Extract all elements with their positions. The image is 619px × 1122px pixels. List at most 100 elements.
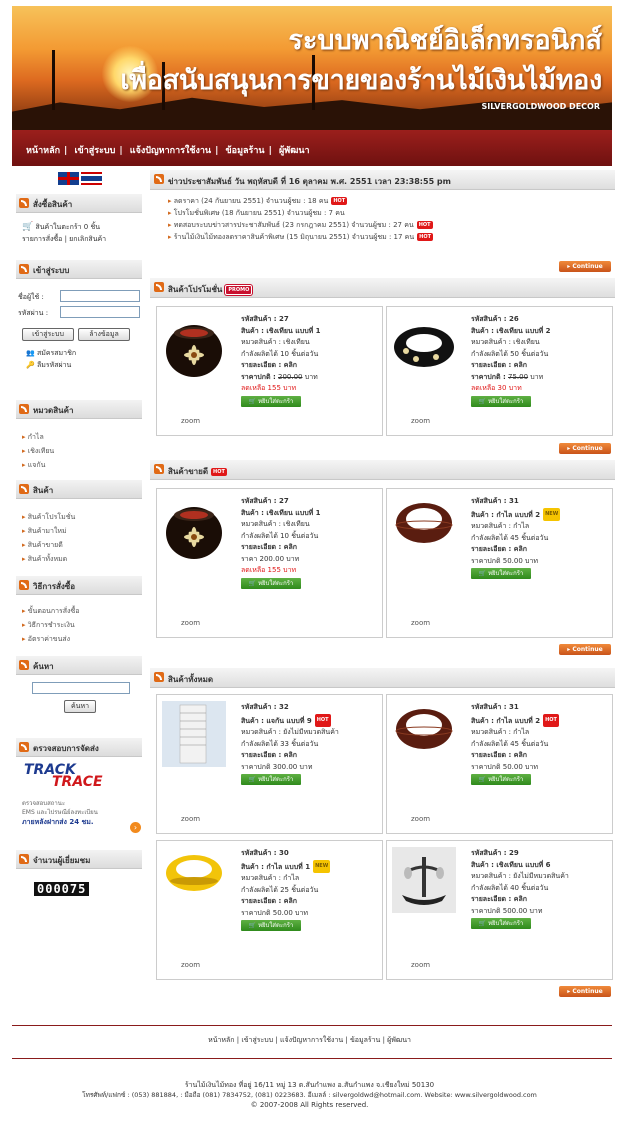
product-card[interactable]: zoom รหัสสินค้า : 27 สินค้า : เชิงเทียน แบ…: [156, 488, 383, 638]
zoom-link[interactable]: zoom: [181, 417, 200, 425]
add-to-cart-button[interactable]: 🛒 หยิบใส่ตะกร้า: [471, 568, 531, 579]
forgot-password-link[interactable]: 🔑 ลืมรหัสผ่าน: [26, 360, 71, 371]
search-input[interactable]: [32, 682, 130, 694]
news-item[interactable]: ร้านไม้เงินไม้ทองลดราคาสินค้าพิเศษ (15 ม…: [168, 232, 434, 243]
clear-button[interactable]: ล้างข้อมูล: [78, 328, 130, 341]
add-to-cart-button[interactable]: 🛒 หยิบใส่ตะกร้า: [471, 774, 531, 785]
zoom-link[interactable]: zoom: [411, 961, 430, 969]
rss-icon: [19, 404, 29, 414]
product-card[interactable]: zoom รหัสสินค้า : 30 สินค้า : กำไล แบบที่ …: [156, 840, 383, 980]
nav-shop-info[interactable]: ข้อมูลร้าน: [226, 146, 265, 156]
link-promo-products[interactable]: สินค้าโปรโมชั่น: [22, 512, 76, 523]
nav-report-problem[interactable]: แจ้งปัญหาการใช้งาน: [130, 146, 211, 156]
search-box-header: ค้นหา: [16, 656, 142, 675]
hot-badge: HOT: [331, 197, 348, 205]
product-card[interactable]: zoom รหัสสินค้า : 31 สินค้า : กำไล แบบที่ …: [386, 694, 613, 834]
product-capacity: กำลังผลิตได้ 10 ชิ้นต่อวัน: [241, 349, 319, 358]
add-to-cart-button[interactable]: 🛒 หยิบใส่ตะกร้า: [241, 774, 301, 785]
product-detail-link[interactable]: รายละเอียด : คลิก: [241, 542, 381, 554]
old-price: 75.00: [508, 372, 529, 381]
continue-button[interactable]: ▸ Continue: [559, 644, 611, 655]
hot-badge: HOT: [314, 713, 331, 727]
continue-button[interactable]: ▸ Continue: [559, 443, 611, 454]
add-to-cart-label: หยิบใส่ตะกร้า: [488, 397, 524, 405]
continue-button[interactable]: ▸ Continue: [559, 261, 611, 272]
arrow-right-icon[interactable]: ›: [130, 822, 141, 833]
product-image[interactable]: [392, 495, 456, 561]
continue-button[interactable]: ▸ Continue: [559, 986, 611, 997]
product-card[interactable]: zoom รหัสสินค้า : 32 สินค้า : แจกัน แบบที่…: [156, 694, 383, 834]
product-detail-link[interactable]: รายละเอียด : คลิก: [471, 360, 611, 372]
category-vase[interactable]: แจกัน: [22, 460, 46, 471]
product-capacity: กำลังผลิตได้ 45 ชิ้นต่อวัน: [471, 533, 549, 542]
zoom-link[interactable]: zoom: [181, 815, 200, 823]
continue-label: Continue: [572, 445, 603, 452]
search-button[interactable]: ค้นหา: [64, 700, 96, 713]
add-to-cart-button[interactable]: 🛒 หยิบใส่ตะกร้า: [241, 920, 301, 931]
category-candle[interactable]: เชิงเทียน: [22, 446, 54, 457]
site-subtitle: SILVERGOLDWOOD DECOR: [481, 102, 600, 111]
add-to-cart-button[interactable]: 🛒 หยิบใส่ตะกร้า: [471, 918, 531, 929]
price-unit: บาท: [304, 372, 318, 381]
product-image[interactable]: [392, 701, 456, 767]
news-item[interactable]: ลดราคา (24 กันยายน 2551) จำนวนผู้ชม : 18…: [168, 196, 348, 207]
hot-badge: HOT: [416, 221, 433, 229]
news-item[interactable]: โปรโมชั่นพิเศษ (18 กันยายน 2551) จำนวนผู…: [168, 208, 345, 219]
product-detail-link[interactable]: รายละเอียด : คลิก: [241, 360, 381, 372]
zoom-link[interactable]: zoom: [411, 619, 430, 627]
old-price: 200.00: [278, 372, 303, 381]
add-to-cart-button[interactable]: 🛒 หยิบใส่ตะกร้า: [471, 395, 531, 407]
product-name-line: สินค้า : เชิงเทียน แบบที่ 1: [241, 326, 381, 338]
username-input[interactable]: [60, 290, 140, 302]
product-detail-link[interactable]: รายละเอียด : คลิก: [241, 750, 381, 762]
password-input[interactable]: [60, 306, 140, 318]
product-image[interactable]: [162, 313, 226, 379]
product-card[interactable]: zoom รหัสสินค้า : 27 สินค้า : เชิงเทียน แบ…: [156, 306, 383, 436]
product-card[interactable]: zoom รหัสสินค้า : 31 สินค้า : กำไล แบบที่ …: [386, 488, 613, 638]
cart-icon: 🛒: [22, 222, 34, 232]
nav-developer[interactable]: ผู้พัฒนา: [279, 146, 310, 156]
link-new-products[interactable]: สินค้ามาใหม่: [22, 526, 67, 537]
zoom-link[interactable]: zoom: [411, 417, 430, 425]
link-shipping-rates[interactable]: อัตราค่าขนส่ง: [22, 634, 70, 645]
users-icon: 👥: [26, 349, 35, 357]
zoom-link[interactable]: zoom: [411, 815, 430, 823]
link-order-steps[interactable]: ขั้นตอนการสั่งซื้อ: [22, 606, 80, 617]
link-all-products[interactable]: สินค้าทั้งหมด: [22, 554, 67, 565]
register-link[interactable]: 👥 สมัครสมาชิก: [26, 348, 76, 359]
login-button[interactable]: เข้าสู่ระบบ: [22, 328, 74, 341]
cart-links[interactable]: รายการสั่งซื้อ | ยกเลิกสินค้า: [22, 234, 106, 245]
zoom-link[interactable]: zoom: [181, 619, 200, 627]
product-detail-link[interactable]: รายละเอียด : คลิก: [471, 894, 611, 906]
product-image[interactable]: [392, 313, 456, 379]
nav-home[interactable]: หน้าหลัก: [26, 146, 60, 156]
best-section-header: สินค้าขายดี HOT: [150, 460, 615, 480]
product-name-line: สินค้า : เชิงเทียน แบบที่ 6: [471, 860, 611, 872]
product-card[interactable]: zoom รหัสสินค้า : 29 สินค้า : เชิงเทียน แบ…: [386, 840, 613, 980]
product-detail-link[interactable]: รายละเอียด : คลิก: [471, 544, 611, 556]
add-to-cart-label: หยิบใส่ตะกร้า: [258, 397, 294, 405]
link-best-products[interactable]: สินค้าขายดี: [22, 540, 63, 551]
product-image[interactable]: [162, 495, 226, 561]
product-card[interactable]: zoom รหัสสินค้า : 26 สินค้า : เชิงเทียน แบ…: [386, 306, 613, 436]
zoom-link[interactable]: zoom: [181, 961, 200, 969]
news-item[interactable]: ทดสอบระบบข่าวสารประชาสัมพันธ์ (23 กรกฎาค…: [168, 220, 433, 231]
add-to-cart-button[interactable]: 🛒 หยิบใส่ตะกร้า: [241, 395, 301, 407]
add-to-cart-button[interactable]: 🛒 หยิบใส่ตะกร้า: [241, 577, 301, 589]
category-bangle[interactable]: กำไล: [22, 432, 44, 443]
product-name: สินค้า : เชิงเทียน แบบที่ 2: [471, 326, 551, 335]
all-section-header: สินค้าทั้งหมด: [150, 668, 615, 688]
product-detail-link[interactable]: รายละเอียด : คลิก: [241, 896, 381, 908]
site-title-line2: เพื่อสนับสนุนการขายของร้านไม้เงินไม้ทอง: [120, 65, 602, 96]
product-name: สินค้า : กำไล แบบที่ 1: [241, 862, 311, 871]
product-image[interactable]: [162, 701, 226, 767]
rss-icon: [154, 672, 164, 682]
footer-nav[interactable]: หน้าหลัก | เข้าสู่ระบบ | แจ้งปัญหาการใช้…: [0, 1035, 619, 1046]
product-detail-link[interactable]: รายละเอียด : คลิก: [471, 750, 611, 762]
link-payment[interactable]: วิธีการชำระเงิน: [22, 620, 75, 631]
english-flag-icon[interactable]: [58, 172, 79, 185]
thai-flag-icon[interactable]: [81, 172, 102, 185]
product-image[interactable]: [162, 847, 226, 913]
product-image[interactable]: [392, 847, 456, 913]
nav-login[interactable]: เข้าสู่ระบบ: [74, 146, 115, 156]
